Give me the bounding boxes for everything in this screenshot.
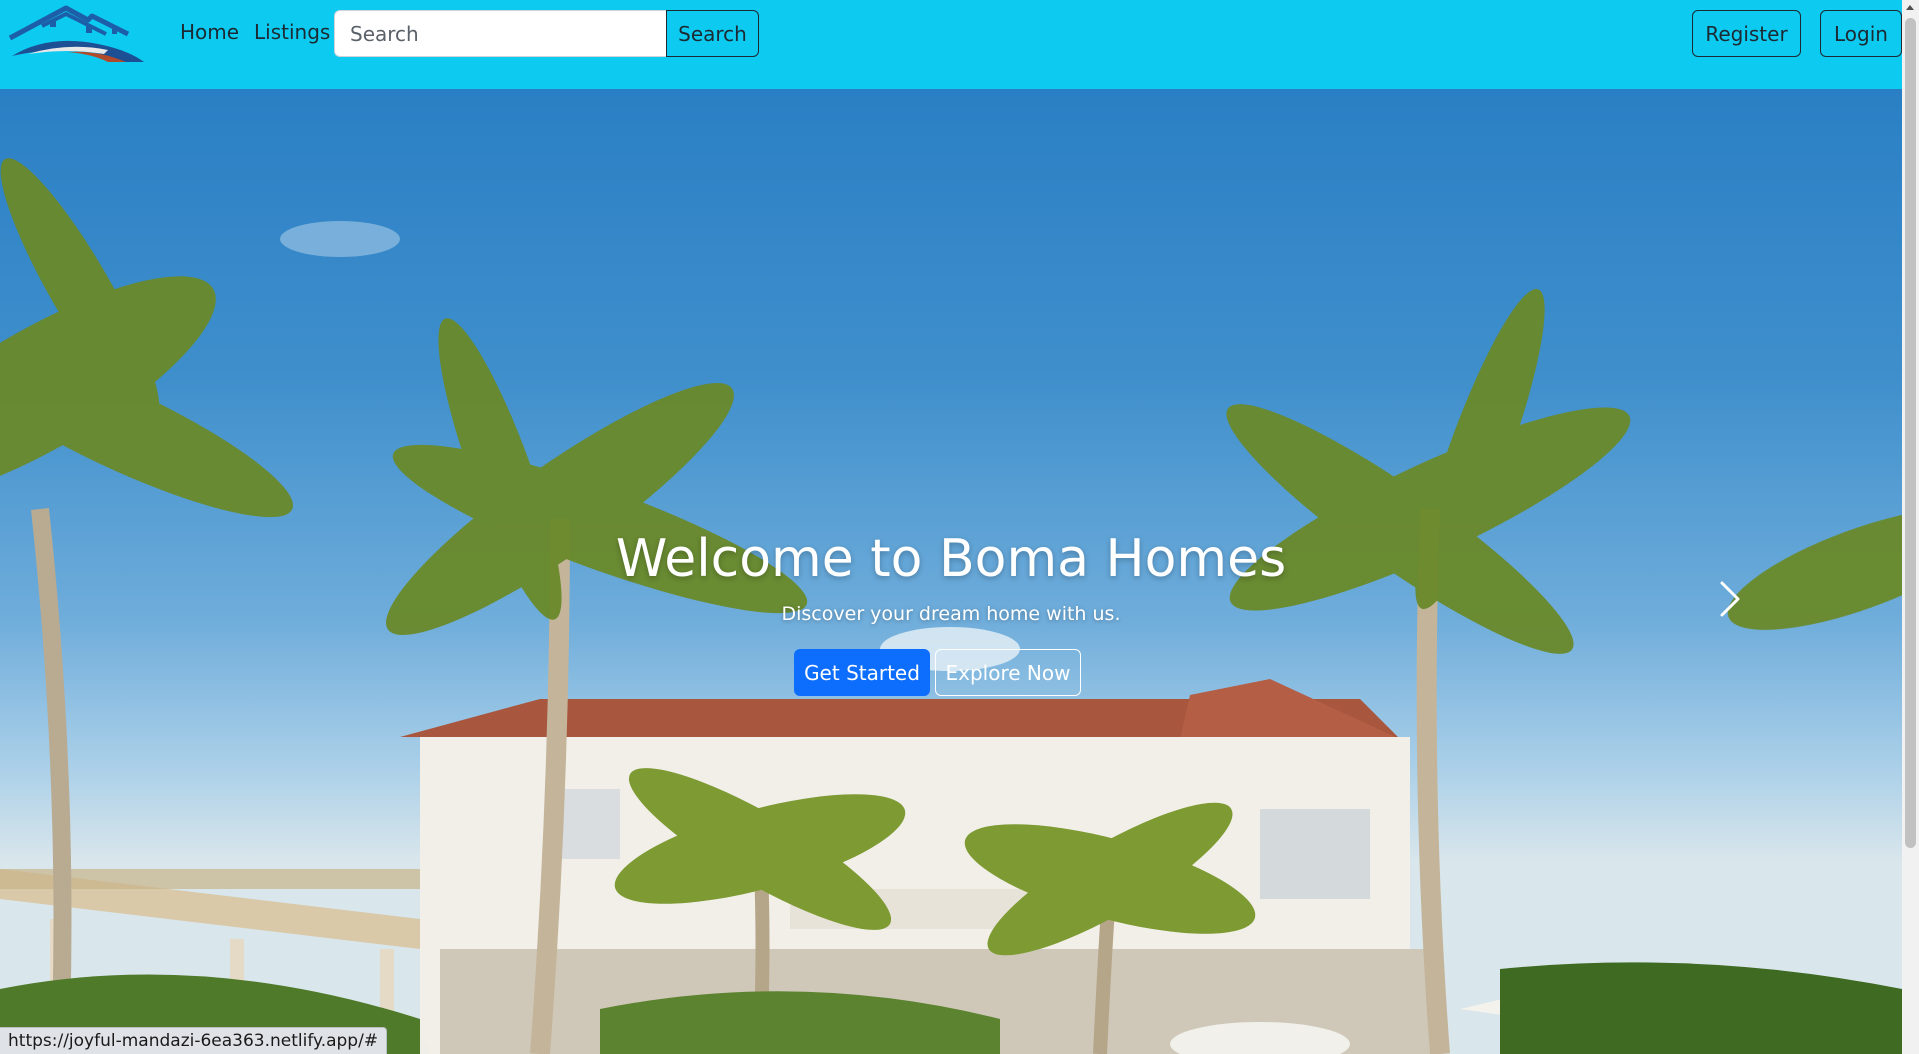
chevron-left-icon <box>120 559 180 639</box>
search-input[interactable] <box>334 10 666 57</box>
carousel-next-button[interactable] <box>1700 559 1760 639</box>
navbar: Home Listings Search Register Login <box>0 0 1902 89</box>
search-button[interactable]: Search <box>666 10 759 57</box>
brand-logo[interactable] <box>8 4 146 64</box>
hero-title: Welcome to Boma Homes <box>615 529 1287 589</box>
scrollbar-thumb[interactable] <box>1905 18 1916 848</box>
carousel-prev-button[interactable] <box>120 559 180 639</box>
hero-carousel: Welcome to Boma Homes Discover your drea… <box>0 89 1902 1054</box>
link-status-url: https://joyful-mandazi-6ea363.netlify.ap… <box>0 1027 388 1054</box>
nav-home-link[interactable]: Home <box>180 20 239 44</box>
chevron-right-icon <box>1720 581 1740 617</box>
app-root: Home Listings Search Register Login <box>0 0 1919 1054</box>
register-button[interactable]: Register <box>1692 10 1801 57</box>
page-scrollbar[interactable] <box>1902 0 1919 1054</box>
hero-subtitle: Discover your dream home with us. <box>781 603 1121 625</box>
login-button[interactable]: Login <box>1820 10 1902 57</box>
nav-listings-link[interactable]: Listings <box>254 20 330 44</box>
house-roof-logo-icon <box>8 5 144 62</box>
scroll-up-arrow-icon[interactable] <box>1906 5 1914 10</box>
get-started-button[interactable]: Get Started <box>794 649 930 696</box>
explore-now-button[interactable]: Explore Now <box>935 649 1081 696</box>
